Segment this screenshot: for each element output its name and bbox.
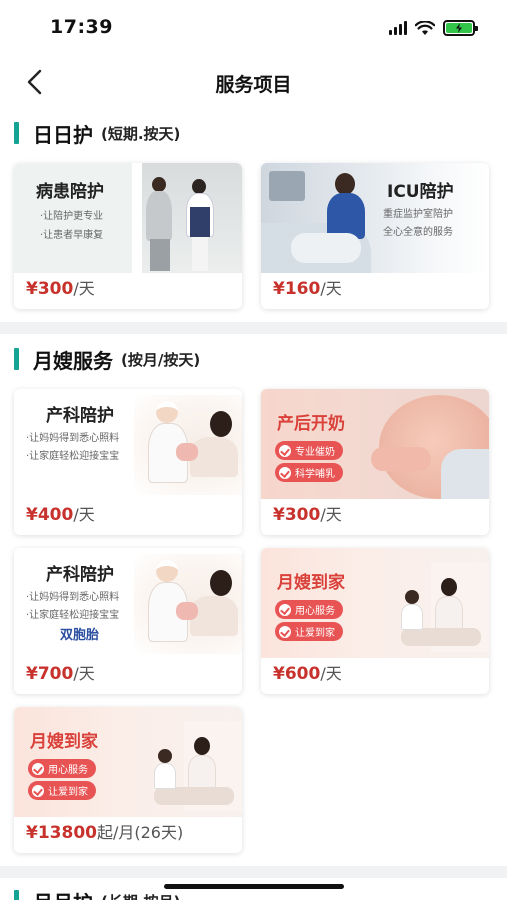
card-image-tagline: ·让家庭轻松迎接宝宝 bbox=[26, 451, 120, 462]
section-header-maternity: 月嫂服务 (按月/按天) bbox=[14, 346, 201, 373]
card-price: ¥300/天 bbox=[26, 279, 95, 299]
status-bar: 17:39 bbox=[0, 0, 507, 58]
section-title: 日日护 bbox=[33, 122, 93, 147]
card-image-tagline: ·让家庭轻松迎接宝宝 bbox=[26, 610, 120, 621]
card-image-tagline: 重症监护室陪护 bbox=[383, 209, 453, 220]
section-divider bbox=[0, 322, 507, 334]
card-image-tagline: ·让陪护更专业 bbox=[40, 211, 104, 222]
card-image-badge: 双胞胎 bbox=[60, 628, 100, 643]
card-image-tagline: ·让患者早康复 bbox=[40, 230, 104, 241]
card-image-tag: 专业催奶 bbox=[275, 441, 343, 460]
card-image: 月嫂到家 用心服务 让爱到家 bbox=[14, 707, 242, 817]
section-subtitle: (长期.按月) bbox=[101, 891, 180, 900]
service-card-obstetric-twins[interactable]: 产科陪护 ·让妈妈得到悉心照料 ·让家庭轻松迎接宝宝 双胞胎 ¥700/天 bbox=[14, 548, 242, 694]
section-title: 月月护 bbox=[33, 887, 93, 900]
section-header-daily: 日日护 (短期.按天) bbox=[14, 120, 181, 147]
card-price: ¥300/天 bbox=[273, 505, 342, 525]
signal-icon bbox=[389, 21, 407, 35]
card-image-title: 月嫂到家 bbox=[30, 732, 98, 752]
section-accent-bar bbox=[14, 348, 19, 370]
section-title: 月嫂服务 bbox=[33, 348, 113, 373]
section-subtitle: (短期.按天) bbox=[101, 124, 181, 143]
service-card-nanny-home-monthly[interactable]: 月嫂到家 用心服务 让爱到家 ¥13800起/月(26天) bbox=[14, 707, 242, 853]
check-icon bbox=[32, 784, 44, 797]
card-image: ICU陪护 重症监护室陪护 全心全意的服务 bbox=[261, 163, 489, 273]
card-image-tag: 让爱到家 bbox=[28, 781, 96, 800]
card-image: 月嫂到家 用心服务 让爱到家 bbox=[261, 548, 489, 658]
check-icon bbox=[32, 762, 44, 775]
home-indicator[interactable] bbox=[164, 884, 344, 889]
card-image-tag: 用心服务 bbox=[28, 759, 96, 778]
page-title: 服务项目 bbox=[215, 74, 292, 96]
card-image-title: 病患陪护 bbox=[36, 182, 104, 202]
card-image-title: 产后开奶 bbox=[277, 414, 345, 434]
card-price: ¥600/天 bbox=[273, 664, 342, 684]
nav-bar: 服务项目 bbox=[0, 58, 507, 106]
section-accent-bar bbox=[14, 890, 19, 900]
check-icon bbox=[279, 466, 291, 479]
section-header-monthly: 月月护 (长期.按月) bbox=[14, 888, 180, 900]
section-subtitle: (按月/按天) bbox=[121, 350, 201, 369]
service-card-lactation[interactable]: 产后开奶 专业催奶 科学哺乳 ¥300/天 bbox=[261, 389, 489, 535]
service-card-nanny-home[interactable]: 月嫂到家 用心服务 让爱到家 ¥600/天 bbox=[261, 548, 489, 694]
card-image-tagline: 全心全意的服务 bbox=[383, 227, 453, 238]
card-image-tag: 用心服务 bbox=[275, 600, 343, 619]
card-image: 病患陪护 ·让陪护更专业 ·让患者早康复 bbox=[14, 163, 242, 273]
service-card-patient-care[interactable]: 病患陪护 ·让陪护更专业 ·让患者早康复 ¥300/天 bbox=[14, 163, 242, 309]
card-price: ¥400/天 bbox=[26, 505, 95, 525]
card-image: 产后开奶 专业催奶 科学哺乳 bbox=[261, 389, 489, 499]
card-image-tagline: ·让妈妈得到悉心照料 bbox=[26, 592, 120, 603]
card-image-tag: 科学哺乳 bbox=[275, 463, 343, 482]
check-icon bbox=[279, 625, 291, 638]
card-price: ¥700/天 bbox=[26, 664, 95, 684]
card-image-tagline: ·让妈妈得到悉心照料 bbox=[26, 433, 120, 444]
section-accent-bar bbox=[14, 122, 19, 144]
wifi-icon bbox=[415, 20, 435, 35]
card-image-title: 月嫂到家 bbox=[277, 573, 345, 593]
status-time: 17:39 bbox=[50, 16, 113, 38]
card-image-title: 产科陪护 bbox=[46, 565, 114, 585]
card-image: 产科陪护 ·让妈妈得到悉心照料 ·让家庭轻松迎接宝宝 bbox=[14, 389, 242, 499]
card-image-title: 产科陪护 bbox=[46, 406, 114, 426]
card-image-title: ICU陪护 bbox=[387, 182, 454, 202]
section-divider bbox=[0, 866, 507, 878]
card-price: ¥13800起/月(26天) bbox=[26, 823, 184, 843]
status-icons bbox=[389, 20, 478, 36]
service-card-icu-care[interactable]: ICU陪护 重症监护室陪护 全心全意的服务 ¥160/天 bbox=[261, 163, 489, 309]
check-icon bbox=[279, 444, 291, 457]
battery-icon bbox=[443, 20, 478, 36]
service-card-obstetric-care[interactable]: 产科陪护 ·让妈妈得到悉心照料 ·让家庭轻松迎接宝宝 ¥400/天 bbox=[14, 389, 242, 535]
check-icon bbox=[279, 603, 291, 616]
card-image: 产科陪护 ·让妈妈得到悉心照料 ·让家庭轻松迎接宝宝 双胞胎 bbox=[14, 548, 242, 658]
card-image-tag: 让爱到家 bbox=[275, 622, 343, 641]
card-price: ¥160/天 bbox=[273, 279, 342, 299]
